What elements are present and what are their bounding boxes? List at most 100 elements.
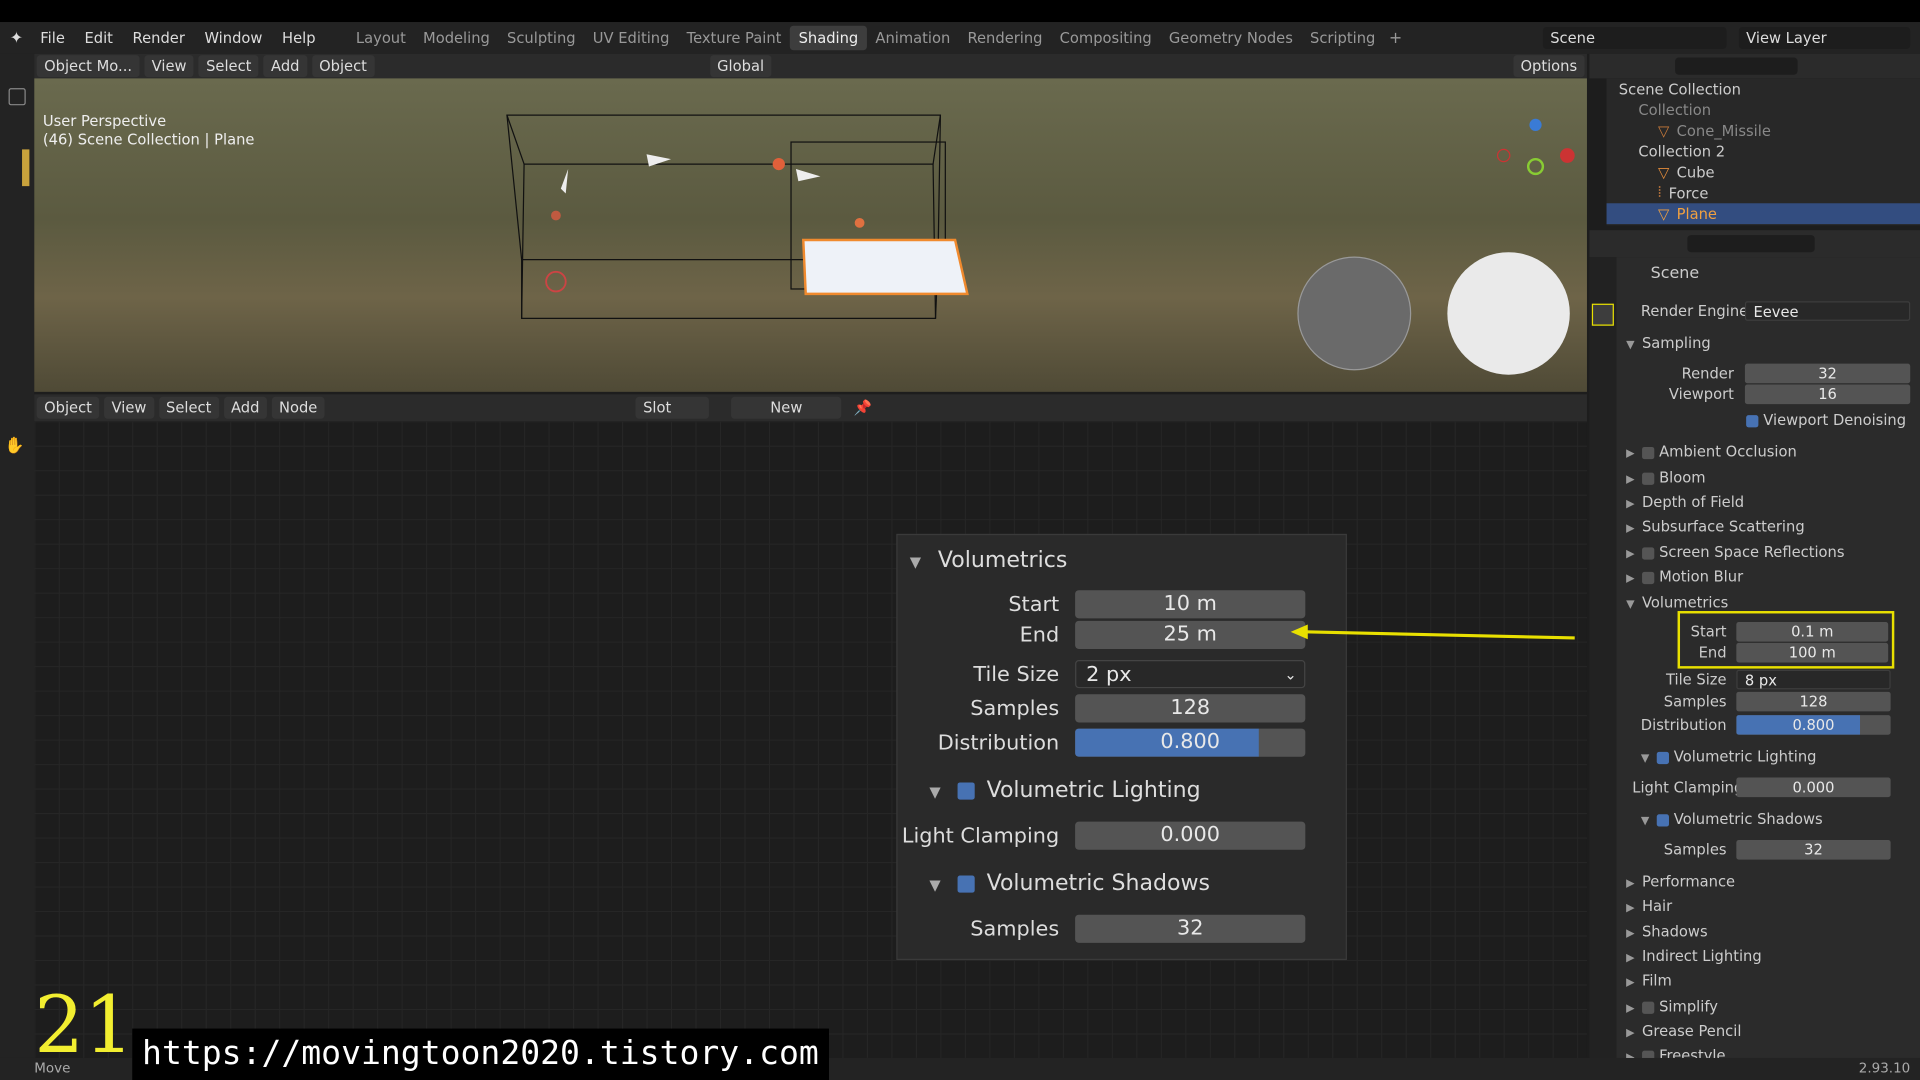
outliner-header	[1589, 53, 1920, 79]
outliner-row[interactable]: ▽ Cube	[1607, 162, 1920, 183]
volumetric-shadows-subpanel[interactable]: ▼ Volumetric Shadows	[929, 871, 1210, 897]
object-mode-dropdown[interactable]: Object Mo...	[36, 55, 140, 78]
tab-geometry-nodes[interactable]: Geometry Nodes	[1160, 26, 1301, 50]
new-material-button[interactable]: New	[731, 396, 842, 419]
vol-distribution-slider[interactable]: 0.800	[1736, 715, 1891, 735]
outliner-row[interactable]: Collection	[1607, 99, 1920, 120]
volumetrics-zoom-panel: ▼ Volumetrics Start 10 m End 25 m Tile S…	[896, 533, 1347, 961]
viewport-menu-view[interactable]: View	[144, 55, 194, 78]
shadow-samples-field[interactable]: 32	[1075, 914, 1306, 943]
window-top-bar	[0, 0, 1920, 23]
volumetric-lighting-checkbox[interactable]	[957, 782, 975, 800]
subsurface-scattering-panel[interactable]: ▶ Subsurface Scattering	[1616, 514, 1920, 538]
tab-modeling[interactable]: Modeling	[414, 26, 498, 50]
viewport-denoising-toggle[interactable]: Viewport Denoising	[1746, 408, 1920, 432]
samples-field[interactable]: 128	[1075, 694, 1306, 723]
node-menu-view[interactable]: View	[104, 396, 154, 419]
vol-shadow-samples-field[interactable]: 32	[1736, 840, 1891, 860]
simplify-panel[interactable]: ▶ Simplify	[1616, 994, 1920, 1018]
add-workspace-icon[interactable]: +	[1389, 29, 1402, 47]
viewport-menu-add[interactable]: Add	[263, 55, 307, 78]
outliner-row[interactable]: ▽ Cone_Missile	[1607, 120, 1920, 141]
indirect-lighting-panel[interactable]: ▶ Indirect Lighting	[1616, 944, 1920, 968]
menu-window[interactable]: Window	[195, 29, 273, 46]
bloom-panel[interactable]: ▶ Bloom	[1616, 465, 1920, 489]
viewport-samples-field[interactable]: 16	[1744, 384, 1911, 405]
properties-panel: Scene Render Engine Eevee ▼ Sampling Rend…	[1616, 257, 1920, 1066]
slot-dropdown[interactable]: Slot	[635, 396, 710, 419]
tab-animation[interactable]: Animation	[867, 26, 959, 50]
volumetric-lighting-subpanel[interactable]: ▼ Volumetric Lighting	[929, 778, 1200, 804]
pin-icon[interactable]: 📌	[854, 399, 872, 416]
volumetrics-panel-header[interactable]: ▼ Volumetrics	[910, 547, 1068, 573]
tab-rendering[interactable]: Rendering	[959, 26, 1051, 50]
distribution-slider[interactable]: 0.800	[1075, 728, 1306, 757]
vol-samples-label: Samples	[1663, 693, 1727, 711]
scene-objects	[506, 114, 1575, 375]
vol-light-clamping-field[interactable]: 0.000	[1736, 777, 1891, 798]
tab-compositing[interactable]: Compositing	[1051, 26, 1160, 50]
vol-end-field[interactable]: 100 m	[1736, 642, 1889, 663]
properties-search-input[interactable]	[1687, 235, 1815, 253]
render-samples-field[interactable]: 32	[1744, 363, 1911, 384]
shadows-panel[interactable]: ▶ Shadows	[1616, 920, 1920, 944]
outliner-row[interactable]: ⦙ Force	[1607, 182, 1920, 203]
outliner-row[interactable]: Collection 2	[1607, 141, 1920, 162]
3d-viewport[interactable]: User Perspective (46) Scene Collection |…	[34, 78, 1587, 392]
vol-samples-field[interactable]: 128	[1736, 691, 1891, 712]
volumetric-shadows-checkbox[interactable]	[957, 875, 975, 893]
vol-end-label: End	[1698, 644, 1727, 662]
blender-logo-icon[interactable]: ✦	[10, 29, 23, 47]
light-clamping-field[interactable]: 0.000	[1075, 821, 1306, 850]
outliner-row-selected[interactable]: ▽ Plane	[1606, 203, 1920, 225]
tab-scripting[interactable]: Scripting	[1301, 26, 1384, 50]
end-field[interactable]: 25 m	[1075, 620, 1306, 649]
tab-sculpting[interactable]: Sculpting	[498, 26, 584, 50]
scene-selector[interactable]: Scene	[1542, 26, 1727, 49]
vol-start-field[interactable]: 0.1 m	[1736, 622, 1889, 642]
ambient-occlusion-panel[interactable]: ▶ Ambient Occlusion	[1616, 440, 1920, 464]
hand-icon[interactable]: ✋	[5, 437, 34, 455]
screen-space-reflections-panel[interactable]: ▶ Screen Space Reflections	[1616, 540, 1920, 564]
light-clamping-label: Light Clamping	[901, 824, 1060, 849]
select-tool-icon[interactable]	[8, 88, 26, 106]
node-menu-add[interactable]: Add	[223, 396, 267, 419]
view-layer-selector[interactable]: View Layer	[1738, 26, 1911, 49]
hair-panel[interactable]: ▶ Hair	[1616, 894, 1920, 918]
menu-edit[interactable]: Edit	[75, 29, 123, 46]
node-menu-select[interactable]: Select	[158, 396, 219, 419]
menu-render[interactable]: Render	[123, 29, 195, 46]
url-watermark: https://movingtoon2020.tistory.com	[132, 1028, 829, 1080]
vol-shadows-subpanel[interactable]: ▼ Volumetric Shadows	[1616, 807, 1920, 831]
top-menu-bar: ✦ File Edit Render Window Help Layout Mo…	[0, 22, 1920, 54]
menu-help[interactable]: Help	[272, 29, 325, 46]
grease-pencil-panel[interactable]: ▶ Grease Pencil	[1616, 1019, 1920, 1043]
vol-tile-size-dropdown[interactable]: 8 px	[1736, 669, 1891, 690]
node-editor-canvas[interactable]	[34, 421, 1587, 1058]
node-menu-node[interactable]: Node	[271, 396, 325, 419]
render-properties-tab[interactable]	[1591, 303, 1614, 326]
menu-file[interactable]: File	[30, 29, 74, 46]
vol-lighting-subpanel[interactable]: ▼ Volumetric Lighting	[1616, 744, 1920, 768]
options-dropdown[interactable]: Options	[1513, 55, 1585, 78]
sampling-panel[interactable]: ▼ Sampling	[1616, 331, 1920, 355]
node-object-dropdown[interactable]: Object	[36, 396, 100, 419]
start-label: Start	[1008, 592, 1060, 618]
film-panel[interactable]: ▶ Film	[1616, 969, 1920, 993]
viewport-menu-select[interactable]: Select	[198, 55, 259, 78]
transform-orientation-dropdown[interactable]: Global	[709, 55, 772, 78]
depth-of-field-panel[interactable]: ▶ Depth of Field	[1616, 490, 1920, 514]
performance-panel[interactable]: ▶ Performance	[1616, 869, 1920, 893]
tab-layout[interactable]: Layout	[347, 26, 414, 50]
render-engine-dropdown[interactable]: Eevee	[1744, 301, 1911, 321]
tile-size-dropdown[interactable]: 2 px ⌄	[1075, 660, 1306, 689]
tab-shading[interactable]: Shading	[789, 25, 867, 51]
tab-texture-paint[interactable]: Texture Paint	[678, 26, 790, 50]
start-field[interactable]: 10 m	[1075, 590, 1306, 619]
outliner-search-input[interactable]	[1675, 57, 1798, 75]
outliner-row[interactable]: Scene Collection	[1607, 78, 1920, 99]
viewport-menu-object[interactable]: Object	[311, 55, 375, 78]
motion-blur-panel[interactable]: ▶ Motion Blur	[1616, 564, 1920, 588]
properties-title: Scene	[1650, 264, 1700, 283]
tab-uv-editing[interactable]: UV Editing	[584, 26, 678, 50]
